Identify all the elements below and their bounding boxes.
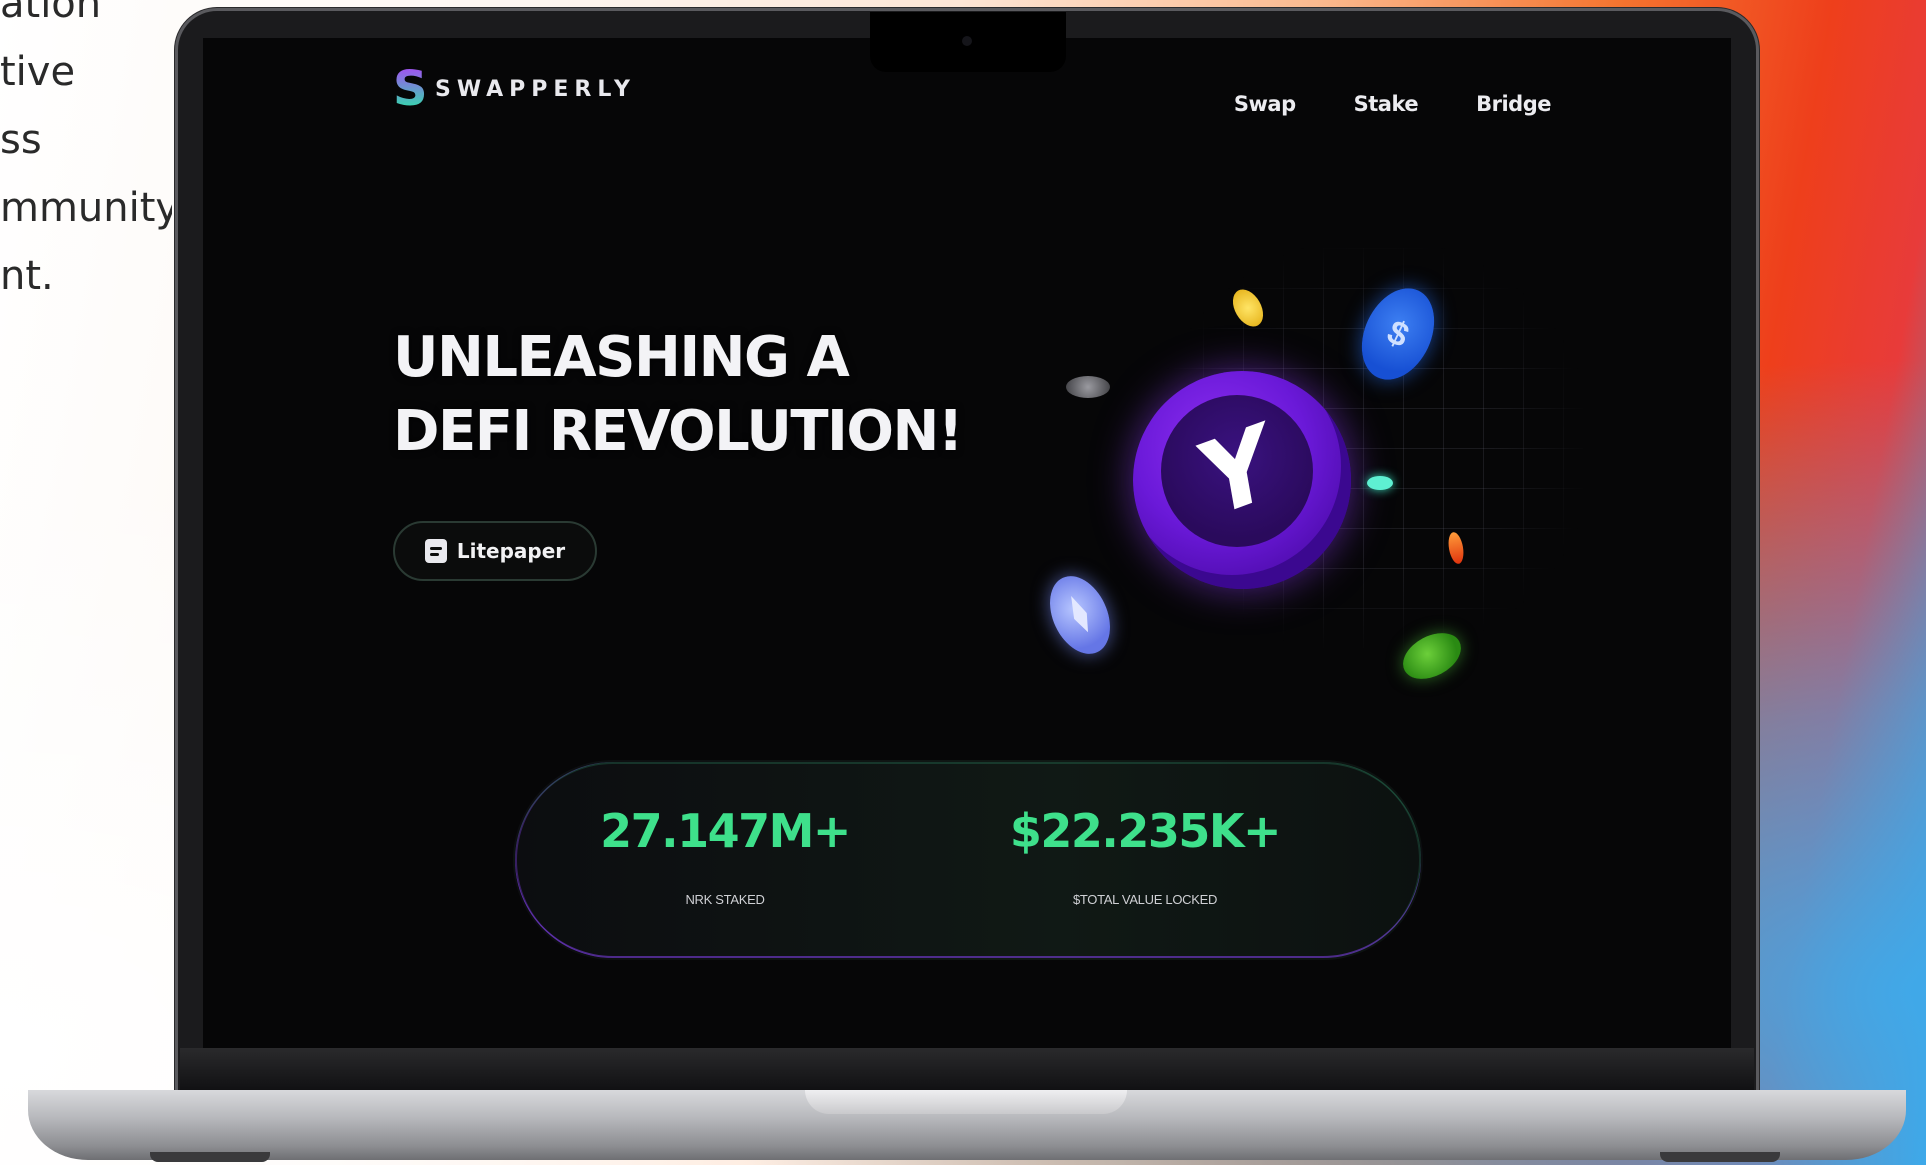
stat-label: $TOTAL VALUE LOCKED bbox=[1072, 892, 1218, 907]
brand-name: SWAPPERLY bbox=[435, 76, 636, 102]
laptop-chin bbox=[180, 1048, 1754, 1090]
document-icon bbox=[424, 539, 447, 563]
stat-value: 27.147M+ bbox=[600, 804, 851, 858]
side-text-line: ss bbox=[0, 117, 42, 163]
nav-bridge[interactable]: Bridge bbox=[1476, 92, 1551, 116]
stat-label: NRK STAKED bbox=[685, 892, 765, 907]
stat-value: $22.235K+ bbox=[1009, 804, 1282, 858]
camera-icon bbox=[962, 36, 972, 46]
laptop-screen: S SWAPPERLY Swap Stake Bridge UNLEASHING… bbox=[203, 38, 1731, 1048]
teal-coin-icon bbox=[1367, 476, 1393, 490]
brand-coin-icon: Y bbox=[1133, 371, 1351, 589]
litepaper-button[interactable]: Litepaper bbox=[393, 521, 597, 581]
hero-illustration: $ Y bbox=[1033, 228, 1593, 689]
nav-stake[interactable]: Stake bbox=[1354, 92, 1419, 116]
laptop-base-groove bbox=[805, 1090, 1127, 1114]
logo-mark-icon: S bbox=[393, 61, 428, 117]
side-text-line: tive bbox=[0, 49, 76, 95]
dark-coin-icon bbox=[1066, 376, 1110, 398]
hero-title: UNLEASHING A DEFI REVOLUTION! bbox=[393, 321, 963, 469]
brand-coin-face: Y bbox=[1161, 395, 1313, 547]
litepaper-button-label: Litepaper bbox=[456, 539, 566, 563]
side-text-line: mmunity bbox=[0, 185, 172, 231]
hero-title-line-2: DEFI REVOLUTION! bbox=[393, 399, 963, 464]
side-text-line: ation bbox=[0, 0, 102, 27]
hero-title-line-1: UNLEASHING A bbox=[393, 325, 850, 390]
stats-panel: 27.147M+ NRK STAKED $22.235K+ $TOTAL VAL… bbox=[513, 760, 1423, 960]
brand-coin-glyph: Y bbox=[1192, 400, 1282, 542]
nav-swap[interactable]: Swap bbox=[1234, 92, 1296, 116]
ethereum-coin-icon bbox=[1038, 566, 1122, 664]
laptop-foot bbox=[1660, 1152, 1780, 1162]
background-side-text: ation tive ss mmunity nt. bbox=[0, 0, 172, 310]
camera-notch bbox=[870, 12, 1066, 72]
brand-logo[interactable]: S SWAPPERLY bbox=[393, 61, 636, 117]
main-nav: Swap Stake Bridge bbox=[1234, 92, 1552, 116]
side-text-line: nt. bbox=[0, 253, 54, 299]
laptop-foot bbox=[150, 1152, 270, 1162]
